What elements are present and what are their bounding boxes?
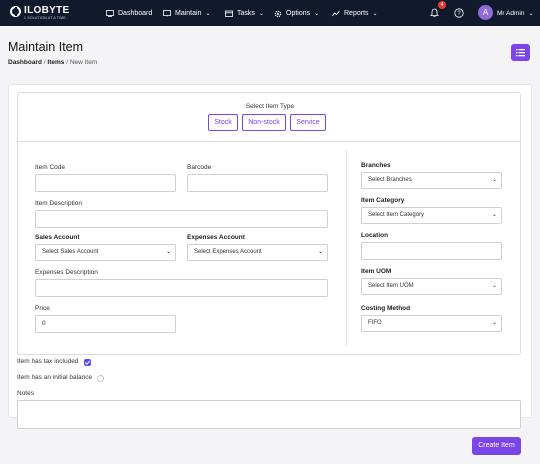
expenses-account-value: Select Expenses Account [194, 249, 262, 255]
sales-account-value: Select Sales Account [42, 249, 99, 255]
chevron-down-icon: ⌄ [491, 320, 497, 326]
barcode-input[interactable] [187, 174, 328, 192]
tasks-icon [225, 10, 233, 17]
item-uom-select[interactable]: Select Item UOM ⌄ [361, 278, 502, 295]
nav-maintain[interactable]: Maintain ⌄ [163, 0, 211, 26]
type-non-stock-button[interactable]: Non-stock [242, 114, 286, 131]
user-name: Mr Admin [497, 9, 525, 17]
column-divider [346, 150, 347, 346]
chevron-down-icon: ⌄ [491, 212, 497, 218]
nav-options-label: Options [286, 9, 311, 17]
dashboard-icon [106, 9, 114, 17]
branches-select[interactable]: Select Branches ⌄ [361, 172, 502, 189]
breadcrumb-separator: / [66, 59, 68, 66]
chevron-down-icon: ⌄ [165, 249, 171, 255]
monitor-icon [163, 9, 171, 17]
location-input[interactable] [361, 242, 502, 260]
branches-label: Branches [361, 162, 391, 169]
chevron-down-icon: ⌄ [491, 283, 497, 289]
check-icon [84, 360, 91, 365]
page-title: Maintain Item [8, 40, 84, 54]
divider [17, 141, 521, 142]
expenses-account-label: Expenses Account [187, 234, 245, 241]
help-icon[interactable]: ? [454, 8, 464, 18]
type-service-button[interactable]: Service [290, 114, 326, 131]
list-view-button[interactable] [511, 44, 530, 61]
nav-dashboard[interactable]: Dashboard [106, 0, 152, 26]
notification-badge: 4 [438, 1, 446, 9]
notes-textarea[interactable] [17, 400, 521, 429]
item-code-label: Item Code [35, 164, 65, 171]
chevron-down-icon: ⌄ [314, 10, 320, 17]
chevron-down-icon: ⌄ [372, 10, 378, 17]
item-uom-value: Select Item UOM [368, 283, 414, 289]
item-description-input[interactable] [35, 210, 328, 228]
tax-included-checkbox[interactable] [84, 359, 91, 366]
breadcrumb-items[interactable]: Items [47, 59, 64, 66]
expenses-description-label: Expenses Description [35, 269, 98, 276]
user-menu[interactable]: Mr Admin ⌄ [497, 0, 533, 26]
breadcrumb-dashboard[interactable]: Dashboard [8, 59, 42, 66]
type-stock-button[interactable]: Stock [208, 114, 238, 131]
item-code-input[interactable] [35, 174, 176, 192]
nav-maintain-label: Maintain [175, 9, 202, 17]
list-icon [516, 49, 525, 57]
item-category-value: Select Item Category [368, 212, 425, 218]
nav-reports-label: Reports [344, 9, 369, 17]
nav-tasks-label: Tasks [237, 9, 255, 17]
sales-account-select[interactable]: Select Sales Account ⌄ [35, 244, 176, 261]
initial-balance-label: Item has an initial balance [17, 374, 93, 381]
location-label: Location [361, 232, 389, 239]
price-input[interactable]: 0 [35, 315, 176, 333]
item-category-label: Item Category [361, 197, 405, 204]
chevron-down-icon: ⌄ [491, 177, 497, 183]
item-type-label: Select Item Type [245, 103, 295, 110]
notification-bell-icon[interactable] [430, 8, 439, 18]
brand-name: ILOBYTE [24, 5, 70, 16]
breadcrumb: Dashboard / Items / New Item [8, 59, 97, 66]
nav-reports[interactable]: Reports ⌄ [332, 0, 378, 26]
chevron-down-icon: ⌄ [317, 249, 323, 255]
nav-tasks[interactable]: Tasks ⌄ [225, 0, 264, 26]
tax-included-label: Item has tax included [17, 358, 79, 365]
item-category-select[interactable]: Select Item Category ⌄ [361, 207, 502, 224]
chevron-down-icon: ⌄ [258, 10, 264, 17]
branches-value: Select Branches [368, 177, 412, 183]
gear-icon [274, 10, 282, 17]
barcode-label: Barcode [187, 164, 212, 171]
sales-account-label: Sales Account [35, 234, 80, 241]
initial-balance-checkbox[interactable] [97, 375, 104, 382]
breadcrumb-current: New Item [69, 59, 98, 66]
svg-text:?: ? [457, 11, 461, 17]
price-value: 0 [42, 320, 46, 327]
item-uom-label: Item UOM [361, 268, 392, 275]
price-label: Price [35, 305, 50, 312]
chart-icon [332, 10, 340, 17]
avatar[interactable]: A [478, 5, 493, 20]
nav-dashboard-label: Dashboard [118, 9, 153, 17]
create-item-button[interactable]: Create Item [472, 437, 521, 455]
logo-mark-icon [10, 6, 21, 17]
item-description-label: Item Description [35, 200, 82, 207]
costing-method-label: Costing Method [361, 305, 411, 312]
breadcrumb-separator: / [43, 59, 46, 66]
expenses-description-input[interactable] [35, 279, 328, 297]
chevron-down-icon: ⌄ [528, 10, 534, 17]
expenses-account-select[interactable]: Select Expenses Account ⌄ [187, 244, 328, 261]
brand-tagline: 1 SOLUTION AT A TIME [24, 16, 66, 20]
nav-options[interactable]: Options ⌄ [274, 0, 319, 26]
costing-method-value: FIFO [368, 320, 382, 326]
notes-label: Notes [17, 390, 34, 397]
costing-method-select[interactable]: FIFO ⌄ [361, 315, 502, 332]
chevron-down-icon: ⌄ [205, 10, 211, 17]
